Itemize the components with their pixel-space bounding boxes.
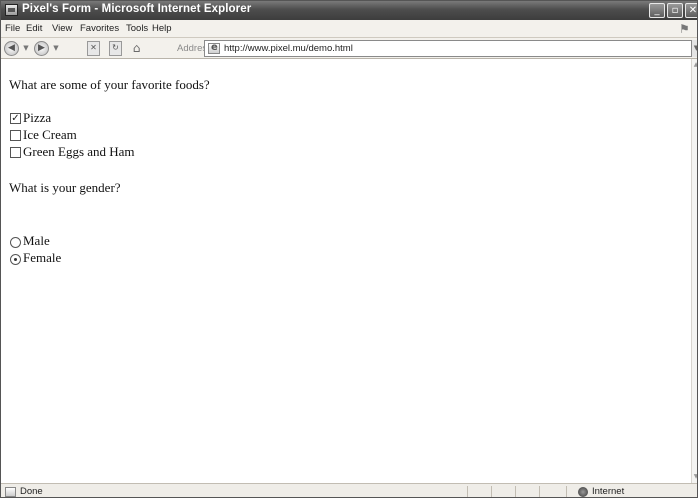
label-pizza[interactable]: Pizza xyxy=(23,110,51,126)
menu-view[interactable]: View xyxy=(52,23,72,34)
windows-logo-icon: ⚑ xyxy=(679,22,690,36)
radio-female[interactable] xyxy=(10,254,21,265)
menu-bar: File Edit View Favorites Tools Help ⚑ xyxy=(1,20,697,38)
label-female[interactable]: Female xyxy=(23,250,61,266)
label-ice-cream[interactable]: Ice Cream xyxy=(23,127,77,143)
label-green-eggs-and-ham[interactable]: Green Eggs and Ham xyxy=(23,144,135,160)
menu-favorites[interactable]: Favorites xyxy=(80,23,119,34)
browser-window: Pixel's Form - Microsoft Internet Explor… xyxy=(0,0,698,498)
vertical-scrollbar[interactable]: ▲ ▼ xyxy=(691,59,697,483)
checkbox-pizza[interactable]: ✓ xyxy=(10,113,21,124)
radio-male[interactable] xyxy=(10,237,21,248)
forward-dropdown-icon[interactable]: ▼ xyxy=(52,41,60,56)
toolbar: ◀ ▼ ▶ ▼ ✕ ↻ ⌂ Address http://www.pixel.m… xyxy=(1,38,697,59)
page-icon xyxy=(208,42,220,54)
address-url[interactable]: http://www.pixel.mu/demo.html xyxy=(224,43,353,54)
minimize-button[interactable]: _ xyxy=(649,3,665,18)
status-divider xyxy=(539,486,540,497)
close-button[interactable]: ✕ xyxy=(685,3,697,18)
label-male[interactable]: Male xyxy=(23,233,50,249)
back-button[interactable]: ◀ xyxy=(4,41,19,56)
status-page-icon xyxy=(5,487,16,497)
status-divider xyxy=(491,486,492,497)
security-zone-label: Internet xyxy=(592,486,625,497)
status-divider xyxy=(515,486,516,497)
foods-question: What are some of your favorite foods? xyxy=(9,77,210,92)
maximize-button[interactable]: ▫ xyxy=(667,3,683,18)
status-divider xyxy=(566,486,567,497)
menu-tools[interactable]: Tools xyxy=(126,23,148,34)
address-dropdown-icon[interactable]: ▼ xyxy=(692,40,697,57)
checkbox-ice-cream[interactable] xyxy=(10,130,21,141)
page-content: What are some of your favorite foods? ✓ … xyxy=(1,59,691,483)
scroll-down-icon[interactable]: ▼ xyxy=(692,471,697,483)
status-text: Done xyxy=(20,486,43,497)
forward-button[interactable]: ▶ xyxy=(34,41,49,56)
browser-app-icon[interactable] xyxy=(5,4,18,16)
stop-button[interactable]: ✕ xyxy=(87,41,100,56)
home-button[interactable]: ⌂ xyxy=(129,41,144,56)
window-title: Pixel's Form - Microsoft Internet Explor… xyxy=(22,3,252,15)
gender-question: What is your gender? xyxy=(9,180,121,195)
refresh-button[interactable]: ↻ xyxy=(109,41,122,56)
status-bar: Done Internet xyxy=(1,483,697,497)
scroll-up-icon[interactable]: ▲ xyxy=(692,59,697,71)
menu-edit[interactable]: Edit xyxy=(26,23,42,34)
menu-file[interactable]: File xyxy=(5,23,20,34)
internet-zone-icon xyxy=(578,487,588,497)
back-dropdown-icon[interactable]: ▼ xyxy=(22,41,30,56)
menu-help[interactable]: Help xyxy=(152,23,172,34)
title-bar[interactable]: Pixel's Form - Microsoft Internet Explor… xyxy=(1,1,697,20)
status-divider xyxy=(467,486,468,497)
checkbox-green-eggs-and-ham[interactable] xyxy=(10,147,21,158)
address-bar[interactable]: http://www.pixel.mu/demo.html xyxy=(204,40,692,57)
